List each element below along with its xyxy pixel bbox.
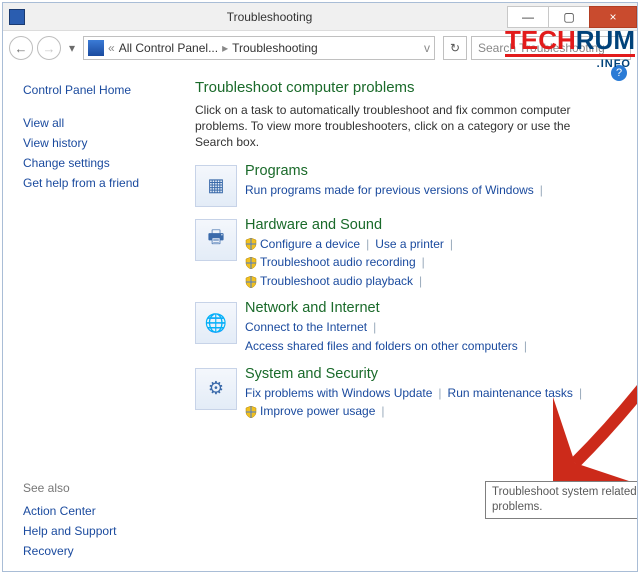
divider: | — [367, 320, 382, 334]
divider: | — [573, 386, 588, 400]
divider: | — [416, 255, 431, 269]
category-heading[interactable]: Hardware and Sound — [245, 217, 623, 233]
sidebar-link-get-help[interactable]: Get help from a friend — [23, 176, 183, 190]
refresh-button[interactable]: ↻ — [443, 36, 467, 60]
search-input[interactable]: Search Troubleshooting — [471, 36, 631, 60]
category: ⚙ System and Security Fix problems with Wi… — [195, 366, 623, 421]
troubleshooter-link[interactable]: Use a printer — [375, 237, 444, 251]
page-description: Click on a task to automatically trouble… — [195, 102, 595, 151]
control-panel-home-link[interactable]: Control Panel Home — [23, 83, 183, 97]
control-panel-icon — [88, 40, 104, 56]
troubleshooter-link[interactable]: Connect to the Internet — [245, 320, 367, 334]
divider: | — [375, 404, 390, 418]
sidebar: Control Panel Home View all View history… — [3, 65, 193, 571]
titlebar: Troubleshooting — ▢ × — [3, 3, 637, 31]
category-links: Fix problems with Windows Update|Run mai… — [245, 384, 623, 421]
category-heading[interactable]: Network and Internet — [245, 300, 623, 316]
category-links: Run programs made for previous versions … — [245, 181, 623, 200]
category-links: Configure a device|Use a printer|Trouble… — [245, 235, 623, 291]
troubleshooter-link[interactable]: Improve power usage — [245, 404, 375, 418]
troubleshooter-link[interactable]: Access shared files and folders on other… — [245, 339, 518, 353]
maximize-button[interactable]: ▢ — [548, 6, 590, 28]
troubleshooter-link[interactable]: Fix problems with Windows Update — [245, 386, 432, 400]
divider: | — [432, 386, 447, 400]
breadcrumb-item-2[interactable]: Troubleshooting — [232, 41, 318, 55]
divider: | — [413, 274, 428, 288]
troubleshooter-link[interactable]: Troubleshoot audio recording — [245, 255, 416, 269]
category-links: Connect to the Internet|Access shared fi… — [245, 318, 623, 355]
tooltip: Troubleshoot system related problems. — [485, 481, 638, 519]
divider: | — [518, 339, 533, 353]
category: ▦ Programs Run programs made for previous … — [195, 163, 623, 207]
seealso-link-action-center[interactable]: Action Center — [23, 504, 183, 518]
breadcrumb-item-1[interactable]: All Control Panel... — [119, 41, 218, 55]
forward-button[interactable]: → — [37, 36, 61, 60]
breadcrumb-dropdown-icon[interactable]: v — [424, 41, 430, 55]
nav-row: ← → ▾ « All Control Panel... ▸ Troublesh… — [3, 31, 637, 65]
help-icon[interactable]: ? — [611, 65, 627, 81]
category-icon: 🖶 — [195, 219, 237, 261]
category-heading[interactable]: System and Security — [245, 366, 623, 382]
category: 🌐 Network and Internet Connect to the Inte… — [195, 300, 623, 355]
back-button[interactable]: ← — [9, 36, 33, 60]
page-heading: Troubleshoot computer problems — [195, 79, 623, 96]
divider: | — [360, 237, 375, 251]
troubleshooter-link[interactable]: Configure a device — [245, 237, 360, 251]
seealso-link-help-support[interactable]: Help and Support — [23, 524, 183, 538]
category: 🖶Hardware and SoundConfigure a device|Us… — [195, 217, 623, 291]
troubleshooter-link[interactable]: Run maintenance tasks — [448, 386, 573, 400]
divider: | — [444, 237, 459, 251]
window-title: Troubleshooting — [31, 10, 508, 24]
category-heading[interactable]: Programs — [245, 163, 623, 179]
minimize-button[interactable]: — — [507, 6, 549, 28]
divider: | — [534, 183, 549, 197]
sidebar-link-change-settings[interactable]: Change settings — [23, 156, 183, 170]
main-content: ? Troubleshoot computer problems Click o… — [193, 65, 637, 571]
close-button[interactable]: × — [589, 6, 637, 28]
see-also-heading: See also — [23, 481, 183, 495]
troubleshooter-link[interactable]: Troubleshoot audio playback — [245, 274, 413, 288]
sidebar-link-view-history[interactable]: View history — [23, 136, 183, 150]
app-icon — [9, 9, 25, 25]
troubleshooter-link[interactable]: Run programs made for previous versions … — [245, 183, 534, 197]
chevron-left-icon: « — [108, 41, 115, 55]
chevron-right-icon: ▸ — [222, 41, 228, 55]
category-icon: ⚙ — [195, 368, 237, 410]
sidebar-link-view-all[interactable]: View all — [23, 116, 183, 130]
seealso-link-recovery[interactable]: Recovery — [23, 544, 183, 558]
history-dropdown-icon[interactable]: ▾ — [65, 41, 79, 55]
category-icon: 🌐 — [195, 302, 237, 344]
category-icon: ▦ — [195, 165, 237, 207]
breadcrumb[interactable]: « All Control Panel... ▸ Troubleshooting… — [83, 36, 435, 60]
